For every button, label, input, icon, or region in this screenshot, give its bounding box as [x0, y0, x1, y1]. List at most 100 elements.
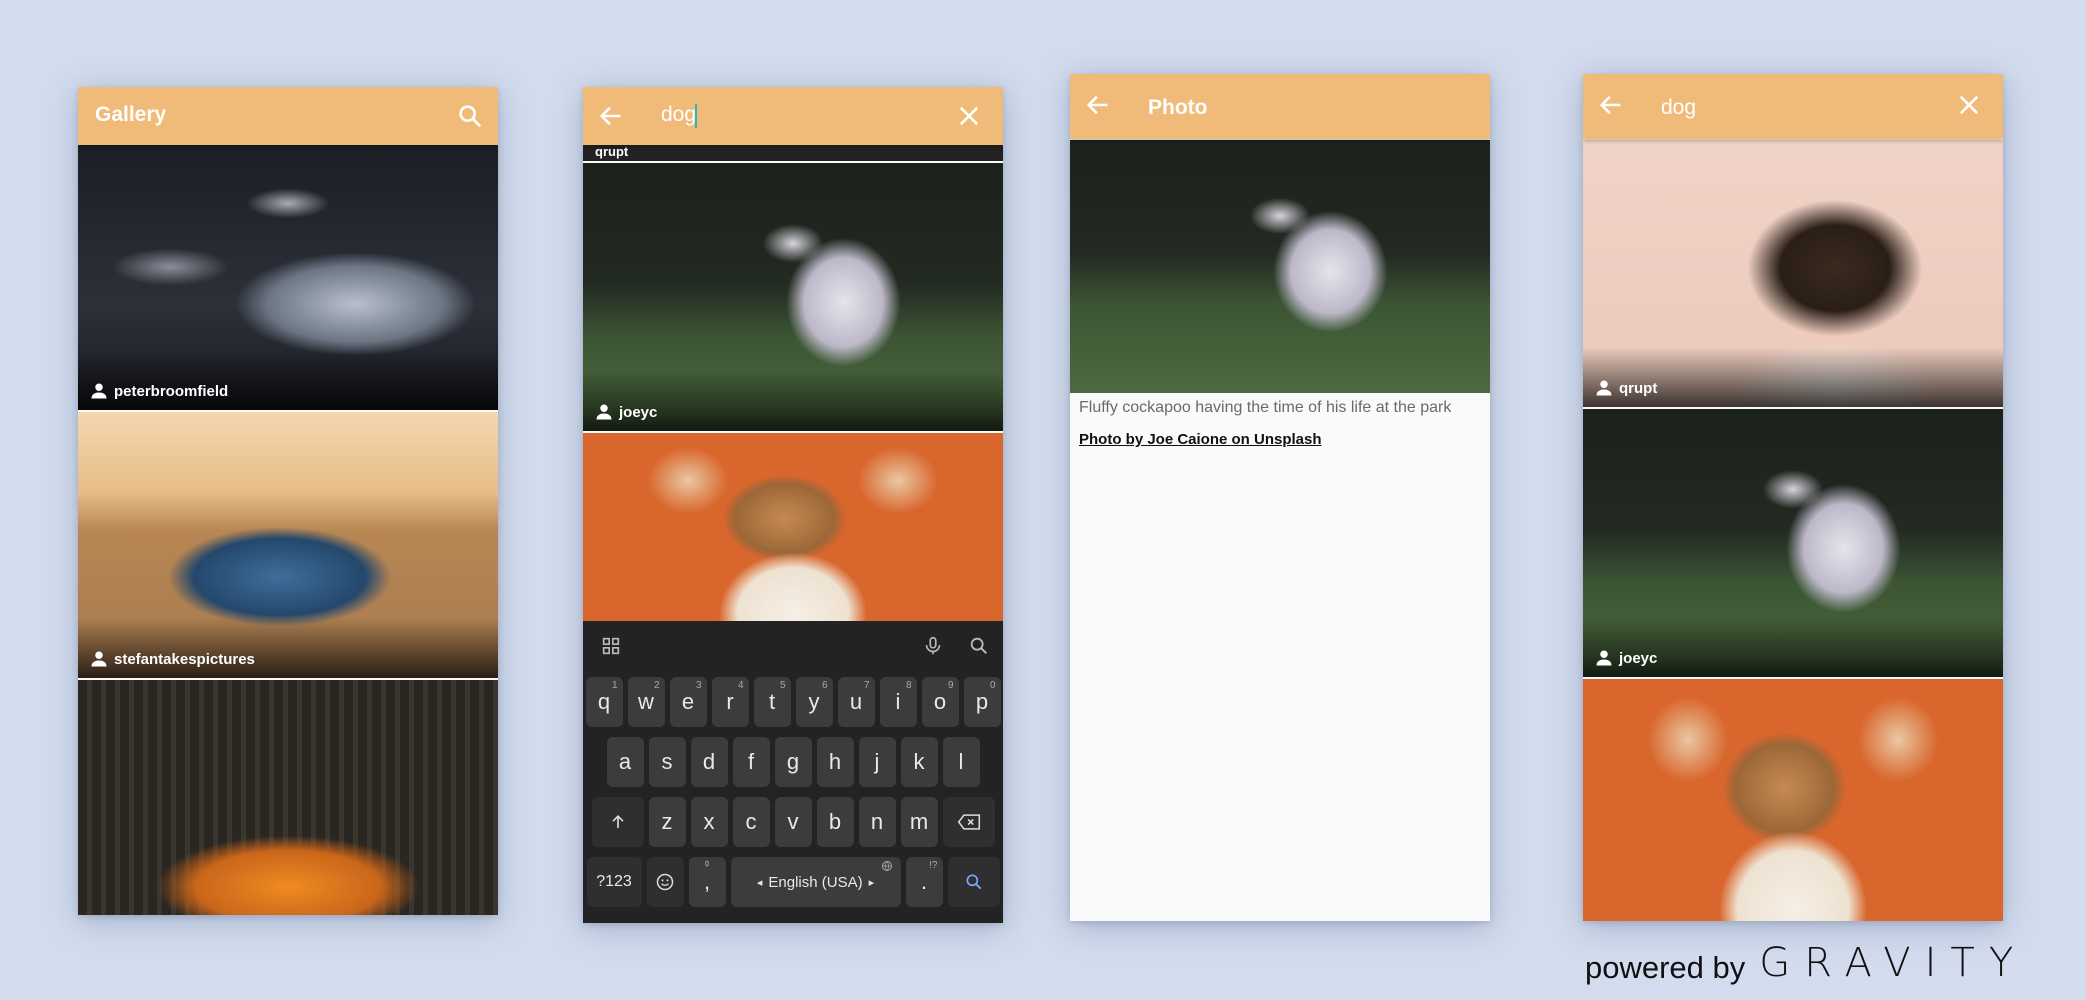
keyboard-toolbar	[583, 621, 1003, 669]
back-button[interactable]	[597, 102, 625, 130]
photo-credit: stefantakespictures	[90, 650, 255, 668]
space-key[interactable]: ◂ English (USA) ▸	[730, 857, 901, 907]
key-f[interactable]: f	[732, 737, 770, 787]
apps-grid-button[interactable]	[600, 635, 622, 657]
key-k[interactable]: k	[900, 737, 938, 787]
search-icon	[459, 105, 481, 127]
language-left-chevron-icon: ◂	[756, 876, 763, 889]
key-d[interactable]: d	[690, 737, 728, 787]
photo-card[interactable]: qrupt	[1583, 140, 2003, 407]
key-number-hint: 7	[863, 680, 870, 691]
key-n[interactable]: n	[858, 797, 896, 847]
app-bar: dog	[1583, 74, 2003, 139]
shift-icon	[611, 814, 624, 828]
keyboard-search-button[interactable]	[968, 635, 990, 657]
photo-username: qrupt	[595, 145, 629, 159]
key-label: i	[895, 689, 901, 714]
back-arrow-icon	[1086, 95, 1108, 115]
key-label: w	[638, 689, 654, 714]
photo-card[interactable]: joeyc	[583, 163, 1003, 431]
symbols-key[interactable]: ?123	[586, 857, 642, 907]
attribution-link[interactable]: Photo by Joe Caione on Unsplash	[1079, 431, 1322, 448]
key-number-hint: 9	[947, 680, 954, 691]
text-cursor	[695, 104, 697, 128]
search-icon	[966, 874, 981, 890]
person-icon	[1596, 380, 1612, 396]
search-icon	[970, 637, 988, 655]
photo-username: joeyc	[1619, 649, 1658, 667]
key-number-hint: 6	[821, 680, 828, 691]
photo-card[interactable]: stefantakespictures	[78, 412, 498, 678]
grid-icon	[602, 637, 620, 655]
key-label: o	[933, 689, 947, 714]
key-y[interactable]: y6	[795, 677, 833, 727]
key-label: y	[808, 689, 820, 714]
photo-card[interactable]: qrupt	[583, 145, 1003, 161]
detail-photo	[1070, 140, 1490, 393]
clear-search-button[interactable]	[1955, 91, 1983, 119]
photo-username: stefantakespictures	[114, 650, 255, 668]
photo-credit: qrupt	[595, 145, 628, 159]
dog-photo	[1583, 679, 2003, 921]
photo-detail-screen: Photo Fluffy cockapoo having the time of…	[1070, 74, 1490, 921]
key-q[interactable]: q1	[585, 677, 623, 727]
photo-credit: peterbroomfield	[90, 382, 228, 400]
photo-card[interactable]: joeyc	[1583, 409, 2003, 677]
photo-card[interactable]	[1583, 679, 2003, 921]
key-label: t	[768, 689, 776, 714]
key-t[interactable]: t5	[753, 677, 791, 727]
key-s[interactable]: s	[648, 737, 686, 787]
key-label: p	[975, 689, 989, 714]
comma-key[interactable]: ,	[688, 857, 726, 907]
enter-search-key[interactable]	[947, 857, 1000, 907]
key-v[interactable]: v	[774, 797, 812, 847]
photo-card[interactable]	[583, 433, 1003, 623]
key-c[interactable]: c	[732, 797, 770, 847]
key-w[interactable]: w2	[627, 677, 665, 727]
person-icon	[91, 651, 107, 667]
period-key[interactable]: . !?	[905, 857, 943, 907]
key-h[interactable]: h	[816, 737, 854, 787]
key-a[interactable]: a	[606, 737, 644, 787]
back-button[interactable]	[1084, 91, 1112, 119]
key-x[interactable]: x	[690, 797, 728, 847]
photo-description: Fluffy cockapoo having the time of his l…	[1079, 399, 1452, 416]
shift-key[interactable]	[591, 797, 644, 847]
key-r[interactable]: r4	[711, 677, 749, 727]
search-input[interactable]: dog	[661, 103, 696, 127]
voice-input-button[interactable]	[922, 635, 944, 657]
photo-username: peterbroomfield	[114, 382, 229, 400]
photo-credit: joeyc	[595, 403, 657, 421]
backspace-key[interactable]	[942, 797, 995, 847]
photo-username: qrupt	[1619, 379, 1658, 397]
photo-card[interactable]	[78, 680, 498, 915]
photo-username: joeyc	[619, 403, 658, 421]
back-arrow-icon	[1599, 95, 1621, 115]
search-screen: dog qrupt joeyc q 1 w 2 e 3 r 4 t 5 y 6 …	[583, 87, 1003, 923]
photo-card[interactable]: peterbroomfield	[78, 145, 498, 410]
key-u[interactable]: u7	[837, 677, 875, 727]
person-icon	[91, 383, 107, 399]
powered-by-label: powered by	[1585, 950, 1746, 985]
key-e[interactable]: e3	[669, 677, 707, 727]
key-m[interactable]: m	[900, 797, 938, 847]
key-l[interactable]: l	[942, 737, 980, 787]
emoji-key[interactable]	[646, 857, 684, 907]
key-number-hint: 1	[611, 680, 618, 691]
back-button[interactable]	[1597, 91, 1625, 119]
search-button[interactable]	[456, 102, 484, 130]
key-p[interactable]: p0	[963, 677, 1001, 727]
clear-search-button[interactable]	[955, 102, 983, 130]
search-input[interactable]: dog	[1661, 96, 1696, 120]
key-i[interactable]: i8	[879, 677, 917, 727]
dog-photo	[583, 433, 1003, 623]
key-j[interactable]: j	[858, 737, 896, 787]
period-key-hint: !?	[929, 860, 938, 871]
app-bar: Gallery	[78, 87, 498, 145]
key-z[interactable]: z	[648, 797, 686, 847]
key-g[interactable]: g	[774, 737, 812, 787]
key-o[interactable]: o9	[921, 677, 959, 727]
app-bar: dog	[583, 87, 1003, 145]
key-b[interactable]: b	[816, 797, 854, 847]
key-number-hint: 8	[905, 680, 912, 691]
